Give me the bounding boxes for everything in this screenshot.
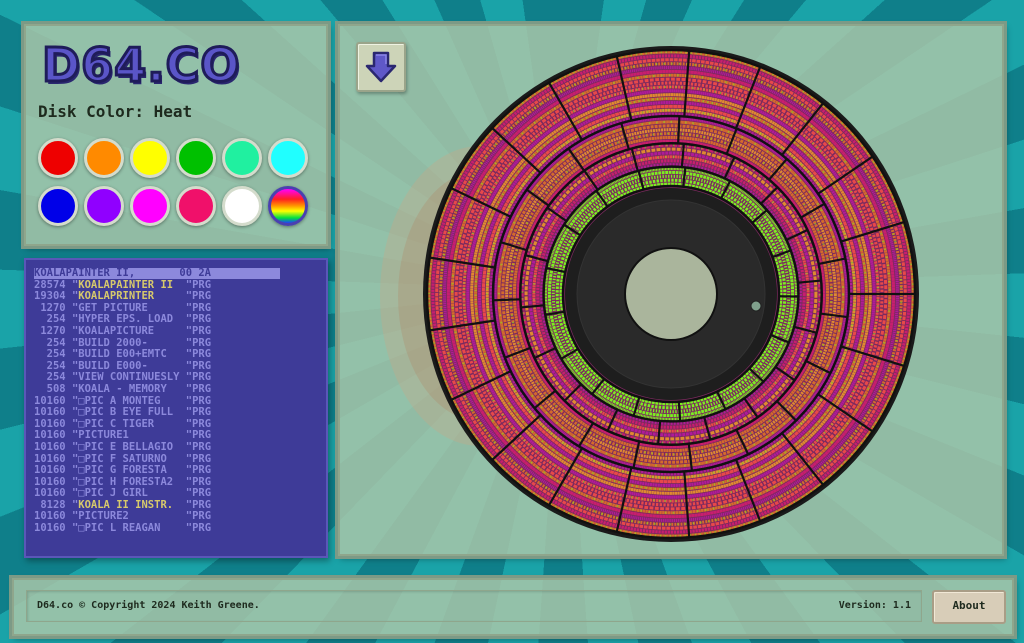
file-name: "KOALAPRINTER [71, 290, 155, 303]
file-name: "BUILD 2000- [71, 336, 148, 349]
file-name: "KOALA II INSTR. [71, 498, 174, 511]
file-name: "KOALAPAINTER II [71, 278, 174, 291]
file-name: "□PIC B EYE FULL [71, 406, 174, 419]
file-name: "□PIC H FORESTA2 [71, 475, 174, 488]
file-type: "PRG [185, 487, 212, 500]
index-hole [750, 300, 762, 312]
disk-view-panel [338, 24, 1004, 556]
file-type: "PRG [185, 324, 212, 337]
file-size: 10160 [34, 417, 72, 430]
file-name: "□PIC F SATURNO [71, 452, 167, 465]
file-type: "PRG [185, 301, 212, 314]
file-size: 10160 [34, 429, 72, 442]
directory-rows: 28574 "KOALAPAINTER II "PRG 19304 "KOALAP… [34, 278, 212, 535]
file-type: "PRG [185, 382, 212, 395]
file-size: 10160 [34, 440, 72, 453]
file-size: 19304 [34, 290, 72, 303]
footer-status: D64.co © Copyright 2024 Keith Greene. Ve… [26, 590, 922, 622]
file-name: "□PIC A MONTEG [71, 394, 161, 407]
file-name: "□PIC C TIGER [71, 417, 155, 430]
file-name: "GET PICTURE [71, 301, 148, 314]
file-size: 10160 [34, 487, 72, 500]
file-size: 10160 [34, 464, 72, 477]
file-name: "□PIC L REAGAN [71, 522, 161, 535]
file-type: "PRG [185, 440, 212, 453]
file-type: "PRG [185, 394, 212, 407]
file-type: "PRG [185, 348, 212, 361]
file-size: 10160 [34, 394, 72, 407]
file-size: 254 [34, 371, 72, 384]
swatch-green[interactable] [176, 138, 216, 178]
swatch-yellow[interactable] [130, 138, 170, 178]
swatch-pink[interactable] [176, 186, 216, 226]
file-type: "PRG [185, 464, 212, 477]
file-type: "PRG [185, 278, 212, 291]
file-name: "□PIC J GIRL [71, 487, 148, 500]
file-type: "PRG [185, 336, 212, 349]
file-name: "HYPER EPS. LOAD [71, 313, 174, 326]
file-type: "PRG [185, 371, 212, 384]
file-size: 10160 [34, 522, 72, 535]
sector-divider [677, 401, 682, 422]
file-name: "□PIC E BELLAGIO [71, 440, 174, 453]
file-name: "KOALA - MEMORY [71, 382, 167, 395]
version-text: Version: 1.1 [838, 600, 911, 611]
file-size: 254 [34, 359, 72, 372]
file-name: "BUILD E00+EMTC [71, 348, 167, 361]
file-type: "PRG [185, 313, 212, 326]
file-size: 10160 [34, 510, 72, 523]
file-name: "VIEW CONTINUESLY [71, 371, 180, 384]
directory-row[interactable]: 10160 "□PIC L REAGAN "PRG [34, 522, 212, 535]
directory-listing: KOALAPAINTER II, 00 2A 28574 "KOALAPAINT… [24, 258, 328, 558]
file-name: "PICTURE1 [71, 429, 129, 442]
file-name: "KOALAPICTURE [71, 324, 155, 337]
file-size: 28574 [34, 278, 72, 291]
footer-bar: D64.co © Copyright 2024 Keith Greene. Ve… [12, 578, 1014, 636]
logo-panel: D64.CO Disk Color: Heat [24, 24, 328, 246]
disk-color-label: Disk Color: Heat [38, 102, 193, 121]
disk-track-map [423, 46, 919, 542]
file-type: "PRG [185, 498, 212, 511]
file-name: "PICTURE2 [71, 510, 129, 523]
about-button[interactable]: About [932, 590, 1006, 624]
file-size: 8128 [34, 498, 72, 511]
swatch-magenta[interactable] [130, 186, 170, 226]
swatch-heat[interactable] [268, 186, 308, 226]
file-size: 10160 [34, 406, 72, 419]
file-type: "PRG [185, 417, 212, 430]
file-type: "PRG [185, 510, 212, 523]
swatch-blue[interactable] [38, 186, 78, 226]
file-type: "PRG [185, 452, 212, 465]
file-size: 508 [34, 382, 72, 395]
swatch-cyan[interactable] [268, 138, 308, 178]
swatch-violet[interactable] [84, 186, 124, 226]
swatch-mint[interactable] [222, 138, 262, 178]
file-size: 254 [34, 348, 72, 361]
file-size: 254 [34, 313, 72, 326]
copyright-text: D64.co © Copyright 2024 Keith Greene. [37, 600, 260, 611]
file-type: "PRG [185, 290, 212, 303]
d64-logo: D64.CO [41, 37, 242, 94]
file-size: 254 [34, 336, 72, 349]
sector-divider [677, 116, 681, 144]
file-size: 10160 [34, 475, 72, 488]
file-name: "□PIC G FORESTA [71, 464, 167, 477]
file-name: "BUILD E000- [71, 359, 148, 372]
file-type: "PRG [185, 522, 212, 535]
swatch-orange[interactable] [84, 138, 124, 178]
file-type: "PRG [185, 359, 212, 372]
file-size: 10160 [34, 452, 72, 465]
file-type: "PRG [185, 475, 212, 488]
file-type: "PRG [185, 406, 212, 419]
directory-header: KOALAPAINTER II, 00 2A [34, 268, 280, 279]
swatch-red[interactable] [38, 138, 78, 178]
swatch-white[interactable] [222, 186, 262, 226]
sector-divider [493, 298, 521, 302]
file-size: 1270 [34, 324, 72, 337]
file-size: 1270 [34, 301, 72, 314]
file-type: "PRG [185, 429, 212, 442]
